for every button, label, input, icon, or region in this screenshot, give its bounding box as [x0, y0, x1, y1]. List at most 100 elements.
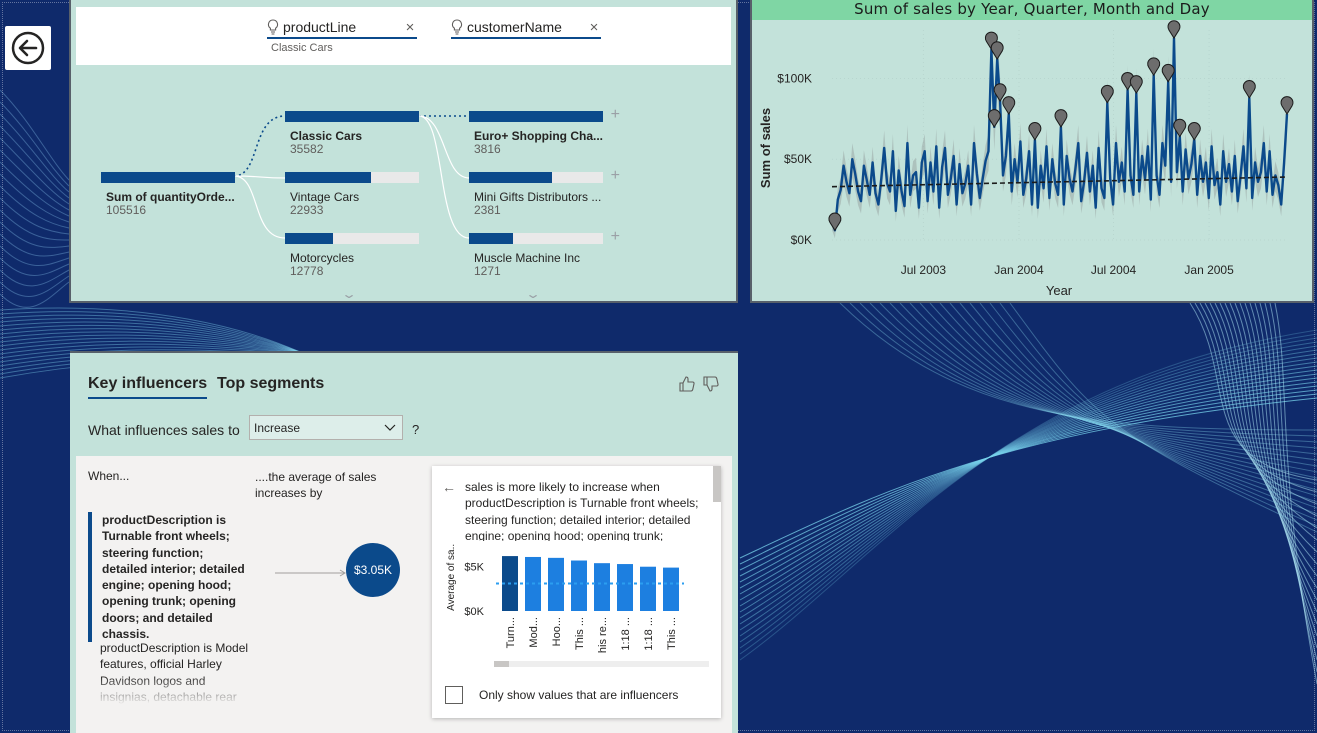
expand-plus-icon[interactable]: +	[611, 228, 620, 246]
arrow-right-icon	[275, 569, 346, 577]
y-axis-title: Sum of sales	[758, 108, 773, 188]
chevron-down-icon[interactable]: ⌄	[525, 287, 541, 301]
x-tick-label: 1:18 ...	[620, 617, 632, 651]
y-tick-label: $50K	[784, 152, 812, 166]
y-tick-label: $0K	[791, 233, 812, 247]
node-value: 12778	[290, 264, 324, 278]
anomaly-marker[interactable]	[1100, 84, 1114, 104]
sales-line-chart: Sum of sales by Year, Quarter, Month and…	[750, 0, 1314, 303]
x-tick-label: Jan 2005	[1184, 263, 1234, 277]
x-tick-label: Hoo...	[551, 617, 563, 646]
anomaly-marker[interactable]	[990, 41, 1004, 61]
node-motorcycles[interactable]: Motorcycles 12778	[285, 233, 419, 278]
wave-line	[0, 113, 70, 193]
anomaly-marker[interactable]	[1280, 96, 1294, 115]
thumbs-up-icon[interactable]	[678, 375, 696, 393]
node-vintage-cars[interactable]: Vintage Cars 22933	[285, 172, 419, 217]
anomaly-marker[interactable]	[1129, 75, 1143, 94]
wave-line	[0, 245, 70, 266]
decomposition-tree-visual: productLine × Classic Cars customerName …	[69, 0, 738, 303]
detail-bar[interactable]	[640, 566, 656, 611]
direction-dropdown[interactable]: Increase	[249, 415, 403, 440]
anomaly-marker[interactable]	[1028, 122, 1042, 141]
key-influencers-visual: Key influencers Top segments What influe…	[70, 351, 738, 733]
horizontal-scrollbar[interactable]	[494, 661, 709, 667]
expand-plus-icon[interactable]: +	[611, 106, 620, 124]
tab-top-segments[interactable]: Top segments	[217, 375, 324, 393]
x-tick-label: This ...	[666, 617, 678, 650]
average-header: ....the average of sales increases by	[255, 470, 377, 500]
influencer-item-selected[interactable]: productDescription is Turnable front whe…	[88, 512, 250, 643]
thumbs-down-icon[interactable]	[702, 375, 720, 393]
arrow-left-icon[interactable]: ←	[442, 479, 456, 495]
expand-plus-icon[interactable]: +	[611, 167, 620, 185]
node-name: Sum of quantityOrde...	[106, 190, 235, 204]
anomaly-marker[interactable]	[1054, 109, 1068, 128]
when-header: When...	[88, 469, 130, 483]
y-tick-label: $0K	[464, 606, 484, 618]
node-name: Euro+ Shopping Cha...	[474, 129, 603, 143]
detail-bar[interactable]	[571, 560, 587, 611]
influencer-item[interactable]: productDescription is Model features, of…	[100, 640, 250, 705]
y-axis-title: Average of sa...	[446, 544, 457, 611]
wave-line	[0, 257, 70, 276]
wave-line	[0, 89, 70, 181]
node-fill	[469, 233, 514, 244]
chart-title: Sum of sales by Year, Quarter, Month and…	[752, 0, 1312, 20]
line-plot: Jul 2003 Jan 2004 Jul 2004 Jan 2005 $0K $50K $…	[758, 20, 1294, 298]
node-euro-shopping[interactable]: Euro+ Shopping Cha... 3816 +	[469, 106, 620, 156]
anomaly-marker[interactable]	[1187, 122, 1201, 141]
node-name: Motorcycles	[290, 251, 355, 265]
node-value: 1271	[474, 264, 501, 278]
back-button[interactable]	[5, 26, 51, 70]
influencers-body: When... ....the average of sales increas…	[76, 456, 732, 733]
x-tick-label: his re...	[597, 617, 609, 653]
impact-bubble[interactable]: $3.05K	[346, 543, 400, 597]
anomaly-marker[interactable]	[828, 212, 842, 232]
detail-bar[interactable]	[594, 563, 610, 611]
tab-key-influencers[interactable]: Key influencers	[88, 375, 208, 399]
root-node[interactable]: Sum of quantityOrde... 105516	[101, 172, 235, 217]
wave-line	[0, 125, 70, 199]
x-tick-label: Mod...	[528, 617, 540, 648]
wave-line	[0, 149, 70, 211]
node-fill	[285, 111, 419, 122]
scroll-thumb[interactable]	[494, 661, 509, 667]
x-tick-label: Jul 2004	[1091, 263, 1137, 277]
anomaly-marker[interactable]	[1002, 96, 1016, 115]
node-fill	[285, 233, 334, 244]
wave-line	[899, 302, 1317, 467]
chevron-down-icon[interactable]: ⌄	[341, 287, 357, 301]
node-fill	[285, 172, 371, 183]
x-axis-title: Year	[1046, 283, 1073, 298]
scrollbar[interactable]	[713, 466, 721, 502]
help-question-mark[interactable]: ?	[412, 422, 419, 437]
anomaly-marker[interactable]	[1167, 20, 1181, 40]
detail-bar[interactable]	[617, 564, 633, 611]
node-mini-gifts[interactable]: Mini Gifts Distributors ... 2381 +	[469, 167, 620, 217]
detail-bar[interactable]	[663, 567, 679, 611]
anomaly-marker[interactable]	[1147, 57, 1161, 77]
detail-description: sales is more likely to increase when pr…	[465, 480, 699, 541]
wave-line	[869, 302, 1317, 449]
node-value: 22933	[290, 203, 324, 217]
x-tick-label: Jul 2003	[901, 263, 947, 277]
influencer-detail-pane: ← sales is more likely to increase when …	[432, 466, 721, 718]
arrow-left-circle-icon	[11, 31, 45, 65]
node-muscle-machine[interactable]: Muscle Machine Inc 1271 +	[469, 228, 620, 278]
x-tick-label: Jan 2004	[994, 263, 1044, 277]
node-fill	[469, 172, 553, 183]
x-tick-label: Turn...	[505, 617, 517, 648]
influencers-only-checkbox[interactable]	[445, 686, 463, 704]
wave-line	[1234, 302, 1317, 589]
node-name: Muscle Machine Inc	[474, 251, 581, 265]
y-tick-label: $100K	[777, 71, 812, 85]
detail-bar-chart: $0K $5K Average of sa... Turn... Mod... Hoo..…	[446, 544, 709, 667]
anomaly-marker[interactable]	[1242, 80, 1256, 99]
chevron-down-icon	[384, 424, 396, 431]
node-classic-cars[interactable]: Classic Cars 35582	[285, 111, 419, 156]
wave-line	[739, 337, 1317, 649]
x-tick-label: 1:18 ...	[643, 617, 655, 651]
node-value: 3816	[474, 142, 501, 156]
node-name: Mini Gifts Distributors ...	[474, 190, 602, 204]
